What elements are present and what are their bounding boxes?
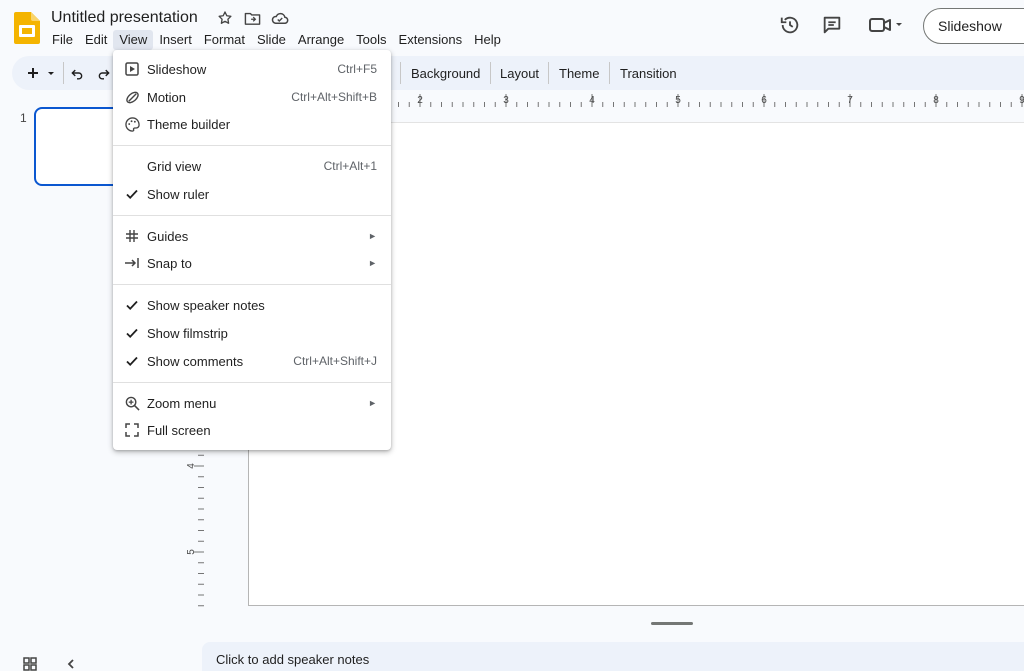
ruler-label: 8 — [933, 95, 939, 106]
view-menu-item-show-comments[interactable]: Show comments Ctrl+Alt+Shift+J — [113, 348, 391, 374]
menu-item-label: Full screen — [147, 422, 211, 438]
menu-item-shortcut: Ctrl+Alt+1 — [323, 159, 377, 173]
palette-icon — [123, 115, 141, 133]
star-icon[interactable] — [216, 9, 234, 27]
menu-item-label: Zoom menu — [147, 395, 217, 411]
menu-file[interactable]: File — [46, 30, 79, 50]
vertical-ruler[interactable]: 45 — [186, 440, 206, 610]
view-menu-item-show-ruler[interactable]: Show ruler — [113, 181, 391, 207]
new-slide-icon[interactable] — [26, 64, 40, 82]
menu-item-shortcut: Ctrl+Alt+Shift+B — [291, 90, 377, 104]
notes-resize-handle[interactable] — [651, 622, 693, 625]
menu-divider — [113, 382, 391, 383]
meet-camera-icon[interactable] — [866, 12, 906, 38]
slideshow-button-label: Slideshow — [938, 18, 1002, 34]
menu-extensions[interactable]: Extensions — [393, 30, 469, 50]
motion-icon — [123, 88, 141, 106]
menu-insert[interactable]: Insert — [153, 30, 198, 50]
layout-button[interactable]: Layout — [500, 64, 539, 82]
ruler-label: 5 — [186, 549, 197, 555]
view-menu-item-zoom-menu[interactable]: Zoom menu ► — [113, 390, 391, 416]
menu-item-label: Snap to — [147, 255, 192, 271]
version-history-icon[interactable] — [777, 12, 803, 38]
submenu-arrow-icon: ► — [368, 231, 377, 241]
ruler-label: 4 — [186, 463, 197, 469]
menu-item-label: Show speaker notes — [147, 297, 265, 313]
menu-item-label: Guides — [147, 228, 189, 244]
view-menu-item-slideshow[interactable]: Slideshow Ctrl+F5 — [113, 56, 391, 82]
ruler-label: 3 — [503, 95, 509, 106]
horizontal-ruler[interactable]: 2 3 4 5 6 7 8 9 — [390, 90, 1024, 108]
background-button[interactable]: Background — [411, 64, 480, 82]
zoom-in-icon — [123, 394, 141, 412]
toolbar-divider — [548, 62, 549, 84]
fullscreen-icon — [123, 421, 141, 439]
view-menu-item-snap-to[interactable]: Snap to ► — [113, 250, 391, 276]
menu-item-label: Slideshow — [147, 61, 207, 77]
comments-icon[interactable] — [819, 12, 845, 38]
view-menu-item-guides[interactable]: Guides ► — [113, 223, 391, 249]
arrow-to-line-icon — [123, 254, 141, 272]
grid-view-icon[interactable] — [22, 656, 38, 671]
ruler-label: 9 — [1019, 95, 1024, 106]
speaker-notes-placeholder[interactable]: Click to add speaker notes — [216, 652, 369, 667]
document-title[interactable]: Untitled presentation — [51, 9, 198, 27]
menu-item-label: Grid view — [147, 158, 202, 174]
check-icon — [123, 296, 141, 314]
theme-button[interactable]: Theme — [559, 64, 599, 82]
slideshow-button[interactable]: Slideshow — [923, 8, 1024, 44]
collapse-filmstrip-icon[interactable] — [63, 656, 79, 671]
menu-item-label: Show ruler — [147, 186, 210, 202]
menu-divider — [113, 284, 391, 285]
menu-tools[interactable]: Tools — [350, 30, 392, 50]
ruler-label: 6 — [761, 95, 767, 106]
ruler-label: 7 — [847, 95, 853, 106]
menu-slide[interactable]: Slide — [251, 30, 292, 50]
slide-number: 1 — [20, 111, 27, 125]
ruler-label: 5 — [675, 95, 681, 106]
toolbar-divider — [490, 62, 491, 84]
toolbar-divider — [609, 62, 610, 84]
menu-item-label: Show filmstrip — [147, 325, 228, 341]
menu-edit[interactable]: Edit — [79, 30, 113, 50]
view-menu-item-show-filmstrip[interactable]: Show filmstrip — [113, 320, 391, 346]
menu-divider — [113, 145, 391, 146]
menu-bar: File Edit View Insert Format Slide Arran… — [46, 30, 507, 50]
ruler-label: 4 — [589, 95, 595, 106]
view-menu-item-grid-view[interactable]: Grid view Ctrl+Alt+1 — [113, 153, 391, 179]
redo-icon[interactable] — [97, 64, 111, 82]
view-menu-item-show-speaker-notes[interactable]: Show speaker notes — [113, 292, 391, 318]
submenu-arrow-icon: ► — [368, 398, 377, 408]
submenu-arrow-icon: ► — [368, 258, 377, 268]
menu-item-label: Motion — [147, 89, 187, 105]
menu-item-shortcut: Ctrl+Alt+Shift+J — [293, 354, 377, 368]
check-icon — [123, 185, 141, 203]
undo-icon[interactable] — [70, 64, 84, 82]
move-to-folder-icon[interactable] — [243, 9, 261, 27]
menu-item-label: Show comments — [147, 353, 244, 369]
hash-icon — [123, 227, 141, 245]
view-menu-item-theme-builder[interactable]: Theme builder — [113, 111, 391, 137]
check-icon — [123, 324, 141, 342]
toolbar-divider — [400, 62, 401, 84]
menu-item-shortcut: Ctrl+F5 — [337, 62, 377, 76]
new-slide-dropdown-icon[interactable] — [46, 64, 56, 82]
menu-arrange[interactable]: Arrange — [292, 30, 350, 50]
menu-view[interactable]: View — [113, 30, 154, 50]
menu-divider — [113, 215, 391, 216]
cloud-saved-icon[interactable] — [271, 9, 289, 27]
transition-button[interactable]: Transition — [620, 64, 677, 82]
menu-item-label: Theme builder — [147, 116, 231, 132]
menu-format[interactable]: Format — [198, 30, 251, 50]
ruler-label: 2 — [417, 95, 423, 106]
slides-logo-icon[interactable] — [14, 12, 40, 44]
view-menu-item-motion[interactable]: Motion Ctrl+Alt+Shift+B — [113, 84, 391, 110]
view-menu-item-full-screen[interactable]: Full screen — [113, 417, 391, 443]
check-icon — [123, 352, 141, 370]
toolbar-divider — [63, 62, 64, 84]
menu-help[interactable]: Help — [468, 30, 507, 50]
play-box-icon — [123, 60, 141, 78]
